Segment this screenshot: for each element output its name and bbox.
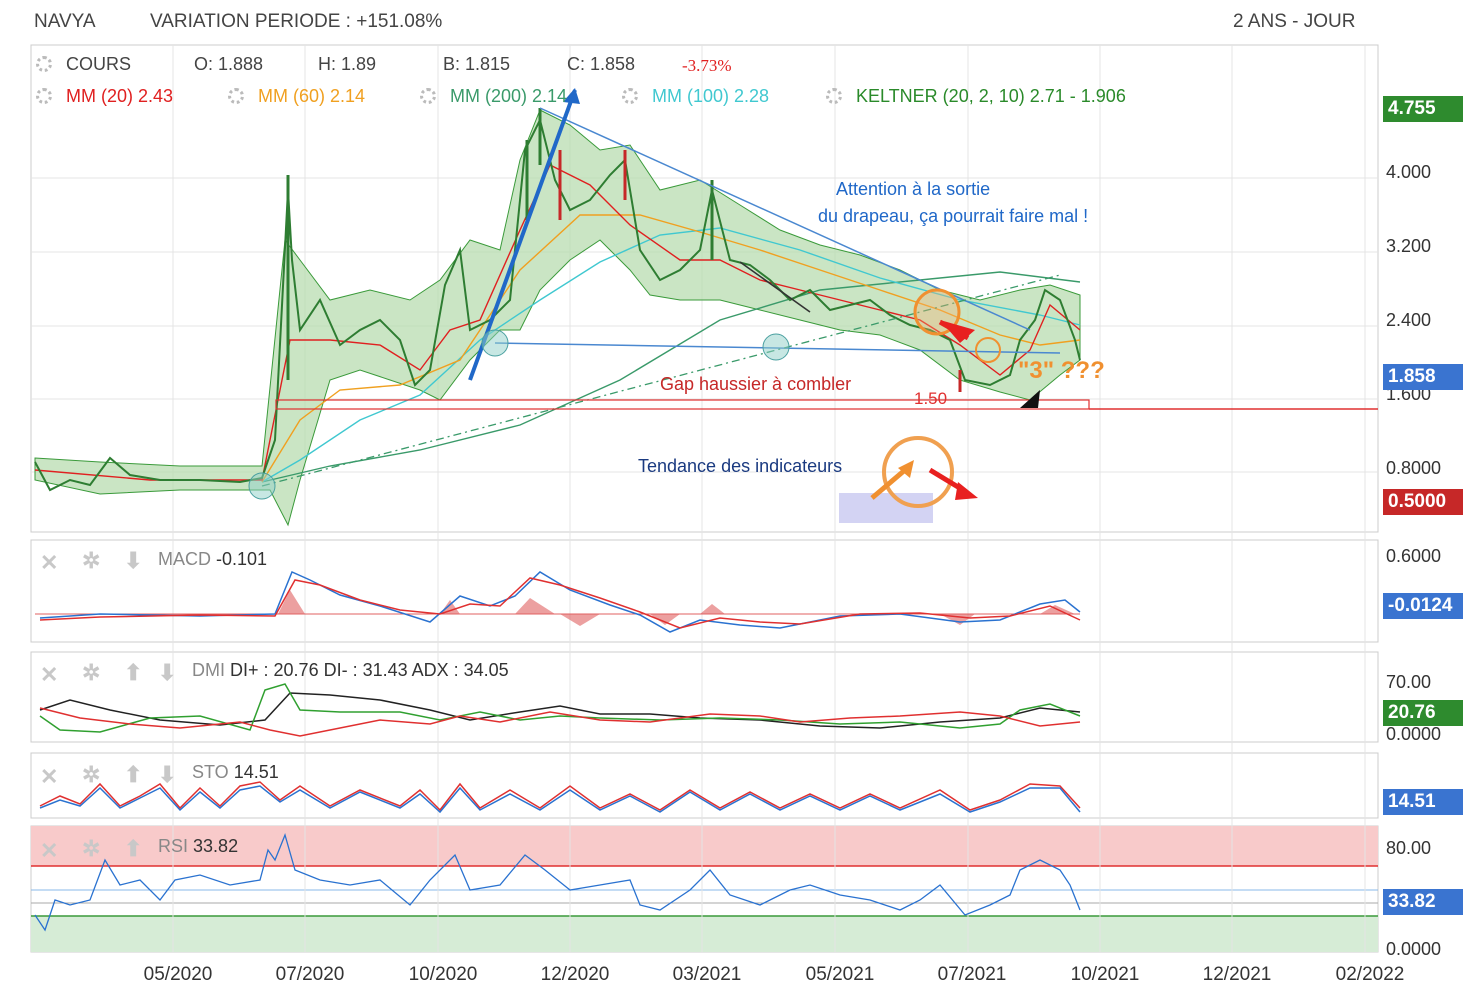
close-value: C: 1.858 — [567, 54, 636, 74]
trend-note: Tendance des indicateurs — [638, 456, 842, 476]
rsi-oversold-zone — [31, 916, 1378, 952]
arrow-down-icon[interactable]: ⬇ — [158, 660, 176, 686]
high-value: H: 1.89 — [318, 54, 377, 74]
gap-level: 1.50 — [914, 389, 947, 408]
gear-icon[interactable]: ✲ — [82, 548, 100, 574]
gear-icon[interactable] — [420, 88, 436, 104]
macd-pill: -0.0124 — [1383, 593, 1463, 619]
price-bottom-pill: 0.5000 — [1383, 489, 1463, 515]
dmi-title: DMI DI+ : 20.76 DI- : 31.43 ADX : 34.05 — [192, 660, 509, 680]
gap-note: Gap haussier à combler — [660, 374, 851, 394]
gear-icon[interactable] — [228, 88, 244, 104]
gear-icon[interactable]: ✲ — [82, 836, 100, 862]
x-tick: 10/2021 — [1070, 964, 1140, 985]
arrow-up-icon[interactable]: ⬆ — [124, 660, 142, 686]
close-icon[interactable]: ✕ — [40, 838, 58, 864]
dmi-axis-top: 70.00 — [1386, 672, 1432, 692]
macd-axis-top: 0.6000 — [1386, 546, 1442, 566]
close-icon[interactable]: ✕ — [40, 662, 58, 688]
rsi-pill: 33.82 — [1383, 889, 1463, 915]
gear-icon[interactable]: ✲ — [82, 660, 100, 686]
price-tick: 0.8000 — [1386, 458, 1442, 478]
arrow-down-icon[interactable]: ⬇ — [124, 548, 142, 574]
sto-title: STO 14.51 — [192, 762, 279, 782]
price-tick: 3.200 — [1386, 236, 1432, 256]
low-value: B: 1.815 — [443, 54, 511, 74]
macd-title: MACD -0.101 — [158, 549, 268, 569]
x-tick: 12/2020 — [540, 964, 610, 985]
indicator-mm60[interactable]: MM (60) 2.14 — [228, 86, 365, 107]
rsi-axis-bottom: 0.0000 — [1386, 939, 1442, 959]
close-icon[interactable]: ✕ — [40, 550, 58, 576]
ohlc-row: COURS — [36, 54, 131, 75]
rsi-axis-top: 80.00 — [1386, 838, 1432, 858]
price-tick: 2.400 — [1386, 310, 1432, 330]
gear-icon[interactable] — [36, 88, 52, 104]
gear-icon[interactable] — [36, 56, 52, 72]
sto-pill: 14.51 — [1383, 789, 1463, 815]
rsi-title: RSI 33.82 — [158, 836, 239, 856]
price-last-pill: 1.858 — [1383, 364, 1463, 390]
gear-icon[interactable]: ✲ — [82, 762, 100, 788]
change-value: -3.73% — [682, 56, 732, 75]
close-icon[interactable]: ✕ — [40, 764, 58, 790]
indicator-mm20[interactable]: MM (20) 2.43 — [36, 86, 173, 107]
x-tick: 05/2021 — [805, 964, 875, 985]
open-value: O: 1.888 — [194, 54, 264, 74]
gear-icon[interactable] — [622, 88, 638, 104]
indicator-mm100[interactable]: MM (100) 2.28 — [622, 86, 769, 107]
indicator-mm200[interactable]: MM (200) 2.14 — [420, 86, 567, 107]
price-tick: 4.000 — [1386, 162, 1432, 182]
x-tick: 02/2022 — [1335, 964, 1405, 985]
dmi-pill: 20.76 — [1383, 700, 1463, 726]
price-top-pill: 4.755 — [1383, 96, 1463, 122]
arrow-up-icon[interactable]: ⬆ — [124, 836, 142, 862]
flag-note-2: du drapeau, ça pourrait faire mal ! — [818, 206, 1088, 226]
dmi-axis-bottom: 0.0000 — [1386, 724, 1442, 744]
x-tick: 07/2021 — [937, 964, 1007, 985]
arrow-down-icon[interactable]: ⬇ — [158, 762, 176, 788]
x-tick: 10/2020 — [408, 964, 478, 985]
gear-icon[interactable] — [826, 88, 842, 104]
x-tick: 03/2021 — [672, 964, 742, 985]
x-tick: 07/2020 — [275, 964, 345, 985]
cours-label: COURS — [66, 54, 132, 74]
x-tick: 05/2020 — [143, 964, 213, 985]
indicator-keltner[interactable]: KELTNER (20, 2, 10) 2.71 - 1.906 — [826, 86, 1126, 107]
vertical-grid — [172, 45, 1366, 952]
x-tick: 12/2021 — [1202, 964, 1272, 985]
flag-note-1: Attention à la sortie — [836, 179, 990, 199]
arrow-up-icon[interactable]: ⬆ — [124, 762, 142, 788]
wave-note: "3" ??? — [1018, 357, 1105, 384]
